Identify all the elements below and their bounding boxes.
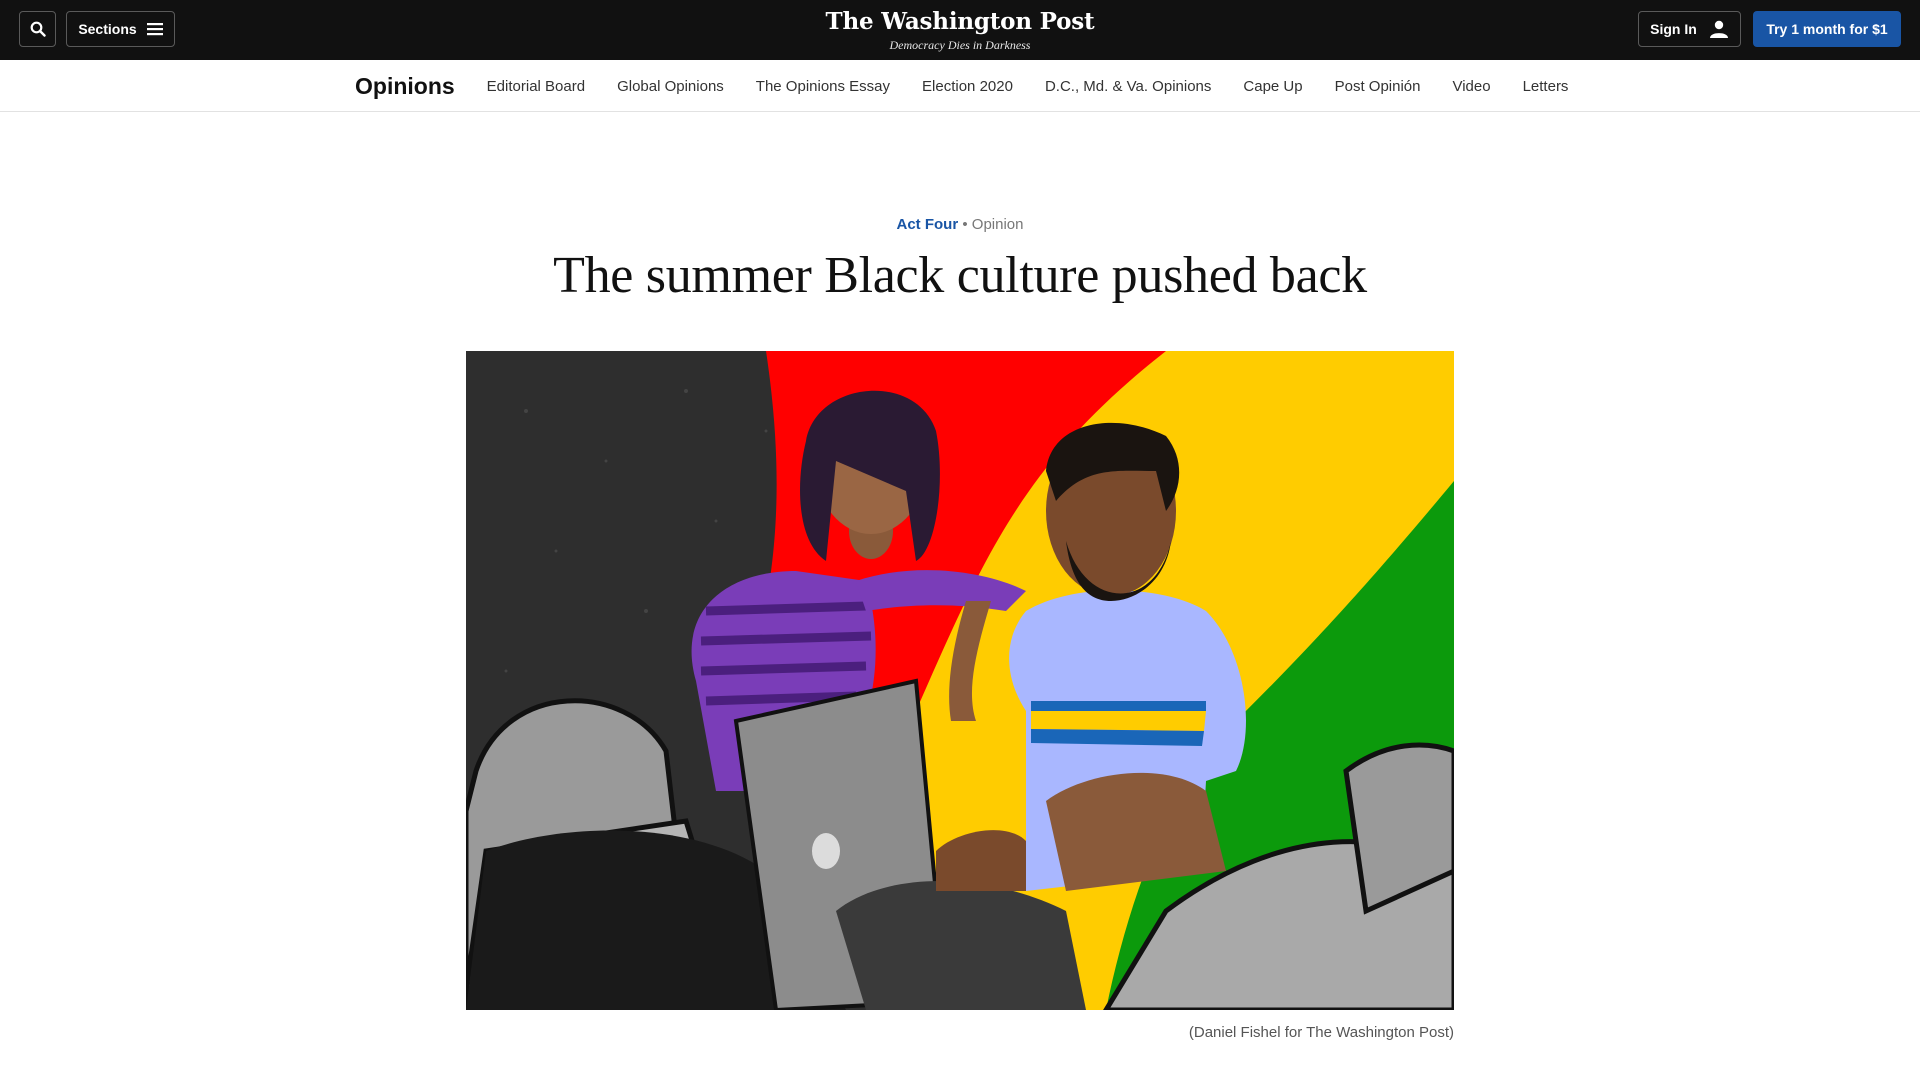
search-button[interactable] bbox=[19, 11, 56, 47]
image-caption: (Daniel Fishel for The Washington Post) bbox=[1188, 1024, 1454, 1041]
tagline: Democracy Dies in Darkness bbox=[889, 38, 1031, 52]
kicker-series-link[interactable]: Act Four bbox=[897, 216, 959, 233]
trial-button[interactable]: Try 1 month for $1 bbox=[1753, 11, 1901, 47]
section-nav-inner: Opinions Editorial Board Global Opinions… bbox=[355, 60, 1600, 112]
sections-button[interactable]: Sections bbox=[66, 11, 175, 47]
section-title[interactable]: Opinions bbox=[355, 73, 455, 100]
nav-link-post-opinion[interactable]: Post Opinión bbox=[1335, 78, 1421, 95]
top-bar: Sections The Washington Post Democracy D… bbox=[0, 0, 1920, 60]
nav-link-global-opinions[interactable]: Global Opinions bbox=[617, 78, 724, 95]
illustration-svg bbox=[466, 351, 1454, 1010]
nav-link-cape-up[interactable]: Cape Up bbox=[1243, 78, 1302, 95]
menu-icon bbox=[146, 23, 163, 36]
masthead[interactable]: The Washington Post Democracy Dies in Da… bbox=[760, 8, 1160, 52]
sign-in-label: Sign In bbox=[1650, 21, 1697, 37]
user-icon bbox=[1709, 20, 1728, 38]
nav-link-opinions-essay[interactable]: The Opinions Essay bbox=[756, 78, 890, 95]
nav-link-letters[interactable]: Letters bbox=[1523, 78, 1569, 95]
article-illustration bbox=[466, 351, 1454, 1010]
article-headline: The summer Black culture pushed back bbox=[553, 247, 1367, 304]
nav-link-election-2020[interactable]: Election 2020 bbox=[922, 78, 1013, 95]
nav-link-dc-md-va-opinions[interactable]: D.C., Md. & Va. Opinions bbox=[1045, 78, 1211, 95]
section-nav: Opinions Editorial Board Global Opinions… bbox=[0, 60, 1920, 112]
nav-link-editorial-board[interactable]: Editorial Board bbox=[487, 78, 585, 95]
kicker-separator: • bbox=[962, 216, 968, 233]
sign-in-button[interactable]: Sign In bbox=[1638, 11, 1741, 47]
sections-label: Sections bbox=[78, 21, 137, 37]
kicker-label: Opinion bbox=[971, 216, 1024, 233]
nav-link-video[interactable]: Video bbox=[1452, 78, 1490, 95]
search-icon bbox=[30, 21, 46, 37]
article-kicker: Act Four • Opinion bbox=[0, 216, 1920, 233]
site-logo[interactable]: The Washington Post bbox=[760, 8, 1160, 36]
